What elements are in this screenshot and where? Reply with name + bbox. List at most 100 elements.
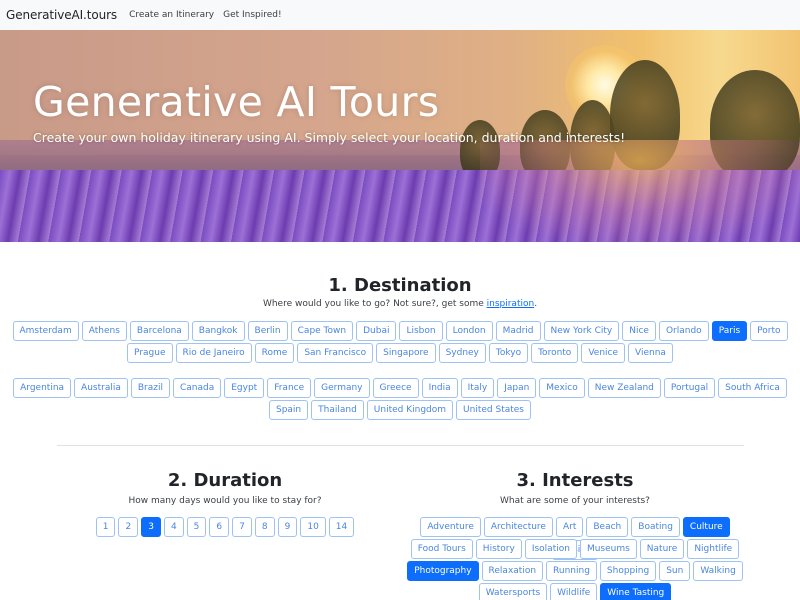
interest-button-running[interactable]: Running — [546, 561, 597, 581]
city-button-prague[interactable]: Prague — [127, 343, 173, 363]
hero-subtitle: Create your own holiday itinerary using … — [33, 130, 626, 145]
city-button-athens[interactable]: Athens — [81, 321, 127, 341]
country-button-new-zealand[interactable]: New Zealand — [587, 378, 661, 398]
country-buttons-row-1: Argentina Australia Brazil Canada Egypt Franc… — [0, 378, 800, 398]
city-button-rio-de-janeiro[interactable]: Rio de Janeiro — [175, 343, 252, 363]
duration-button-10[interactable]: 10 — [300, 517, 326, 537]
country-button-south-africa[interactable]: South Africa — [718, 378, 787, 398]
country-button-italy[interactable]: Italy — [460, 378, 495, 398]
city-button-tokyo[interactable]: Tokyo — [488, 343, 529, 363]
city-button-lisbon[interactable]: Lisbon — [399, 321, 443, 341]
interest-button-isolation[interactable]: Isolation — [524, 539, 577, 559]
destination-desc-text: Where would you like to go? Not sure?, g… — [262, 299, 487, 309]
country-button-mexico[interactable]: Mexico — [539, 378, 585, 398]
duration-title: 2. Duration — [167, 470, 283, 491]
interest-button-food-tours[interactable]: Food Tours — [410, 539, 473, 559]
country-button-india[interactable]: India — [421, 378, 458, 398]
country-button-japan[interactable]: Japan — [497, 378, 537, 398]
interest-button-wine-tasting[interactable]: Wine Tasting — [600, 583, 672, 600]
duration-buttons: 1 2 3 4 5 6 7 8 9 10 14 — [60, 517, 390, 537]
duration-button-6[interactable]: 6 — [209, 517, 230, 537]
city-button-orlando[interactable]: Orlando — [658, 321, 709, 341]
country-button-australia[interactable]: Australia — [74, 378, 128, 398]
country-button-canada[interactable]: Canada — [172, 378, 222, 398]
interest-button-adventure[interactable]: Adventure — [420, 517, 481, 537]
duration-button-9[interactable]: 9 — [277, 517, 298, 537]
nav-link-create-itinerary[interactable]: Create an Itinerary — [129, 10, 214, 20]
interest-button-wildlife[interactable]: Wildlife — [550, 583, 598, 600]
navbar: GenerativeAI.tours Create an Itinerary G… — [0, 0, 800, 30]
city-button-toronto[interactable]: Toronto — [531, 343, 579, 363]
duration-button-1[interactable]: 1 — [95, 517, 116, 537]
hero-banner: Generative AI Tours Create your own holi… — [0, 30, 800, 242]
city-button-barcelona[interactable]: Barcelona — [129, 321, 189, 341]
country-buttons-row-2: Spain Thailand United Kingdom United States — [0, 400, 800, 420]
duration-button-3[interactable]: 3 — [141, 517, 161, 537]
duration-button-8[interactable]: 8 — [254, 517, 275, 537]
city-button-cape-town[interactable]: Cape Town — [290, 321, 354, 341]
field-glow — [480, 140, 800, 242]
interest-button-architecture[interactable]: Architecture — [483, 517, 553, 537]
city-button-porto[interactable]: Porto — [750, 321, 788, 341]
city-button-venice[interactable]: Venice — [581, 343, 626, 363]
interest-button-nature[interactable]: Nature — [639, 539, 685, 559]
interest-button-beach[interactable]: Beach — [586, 517, 629, 537]
interest-button-walking[interactable]: Walking — [693, 561, 743, 581]
city-button-nice[interactable]: Nice — [622, 321, 656, 341]
duration-desc: How many days would you like to stay for… — [128, 496, 322, 506]
city-button-paris[interactable]: Paris — [711, 321, 748, 341]
interest-button-museums[interactable]: Museums — [579, 539, 637, 559]
country-button-argentina[interactable]: Argentina — [13, 378, 72, 398]
city-button-dubai[interactable]: Dubai — [356, 321, 397, 341]
city-button-sydney[interactable]: Sydney — [438, 343, 486, 363]
country-button-greece[interactable]: Greece — [372, 378, 419, 398]
interest-button-boating[interactable]: Boating — [631, 517, 680, 537]
country-button-brazil[interactable]: Brazil — [130, 378, 170, 398]
city-button-vienna[interactable]: Vienna — [628, 343, 673, 363]
country-button-germany[interactable]: Germany — [314, 378, 370, 398]
interest-button-watersports[interactable]: Watersports — [478, 583, 548, 600]
interests-desc: What are some of your interests? — [500, 496, 650, 506]
interest-button-photography[interactable]: Photography — [407, 561, 479, 581]
interest-button-culture[interactable]: Culture — [682, 517, 730, 537]
city-button-new-york-city[interactable]: New York City — [543, 321, 620, 341]
city-button-bangkok[interactable]: Bangkok — [191, 321, 245, 341]
country-button-thailand[interactable]: Thailand — [311, 400, 364, 420]
interest-button-nightlife[interactable]: Nightlife — [687, 539, 740, 559]
city-button-singapore[interactable]: Singapore — [376, 343, 436, 363]
country-button-portugal[interactable]: Portugal — [663, 378, 716, 398]
city-button-london[interactable]: London — [445, 321, 493, 341]
duration-button-7[interactable]: 7 — [232, 517, 252, 537]
hero-title: Generative AI Tours — [33, 78, 440, 126]
duration-button-14[interactable]: 14 — [328, 517, 355, 537]
interest-buttons-row-2: Food Tours History Isolation Museums Nature N… — [400, 539, 750, 559]
brand-link[interactable]: GenerativeAI.tours — [6, 8, 117, 22]
duration-button-4[interactable]: 4 — [163, 517, 184, 537]
city-buttons-row-1: Amsterdam Athens Barcelona Bangkok Berlin Cap… — [0, 321, 800, 341]
destination-desc-end: . — [534, 299, 538, 309]
interest-buttons-row-4: Watersports Wildlife Wine Tasting — [400, 583, 750, 600]
country-button-united-states[interactable]: United States — [456, 400, 531, 420]
interest-button-art[interactable]: Art — [555, 517, 584, 537]
country-button-france[interactable]: France — [267, 378, 312, 398]
city-buttons-row-2: Prague Rio de Janeiro Rome San Francisco Sin… — [0, 343, 800, 363]
section-divider — [57, 445, 744, 446]
interest-button-shopping[interactable]: Shopping — [599, 561, 657, 581]
country-button-united-kingdom[interactable]: United Kingdom — [366, 400, 454, 420]
duration-button-5[interactable]: 5 — [186, 517, 207, 537]
interest-button-relaxation[interactable]: Relaxation — [481, 561, 544, 581]
country-button-spain[interactable]: Spain — [268, 400, 309, 420]
city-button-amsterdam[interactable]: Amsterdam — [12, 321, 79, 341]
city-button-rome[interactable]: Rome — [254, 343, 295, 363]
interest-button-sun[interactable]: Sun — [659, 561, 691, 581]
destination-desc: Where would you like to go? Not sure?, g… — [0, 299, 800, 309]
city-button-madrid[interactable]: Madrid — [495, 321, 541, 341]
city-button-berlin[interactable]: Berlin — [247, 321, 288, 341]
duration-button-2[interactable]: 2 — [118, 517, 139, 537]
nav-link-get-inspired[interactable]: Get Inspired! — [223, 10, 282, 20]
inspiration-link[interactable]: inspiration — [487, 299, 535, 309]
country-button-egypt[interactable]: Egypt — [224, 378, 265, 398]
city-button-san-francisco[interactable]: San Francisco — [297, 343, 374, 363]
destination-title: 1. Destination — [328, 275, 472, 296]
interest-button-history[interactable]: History — [475, 539, 522, 559]
